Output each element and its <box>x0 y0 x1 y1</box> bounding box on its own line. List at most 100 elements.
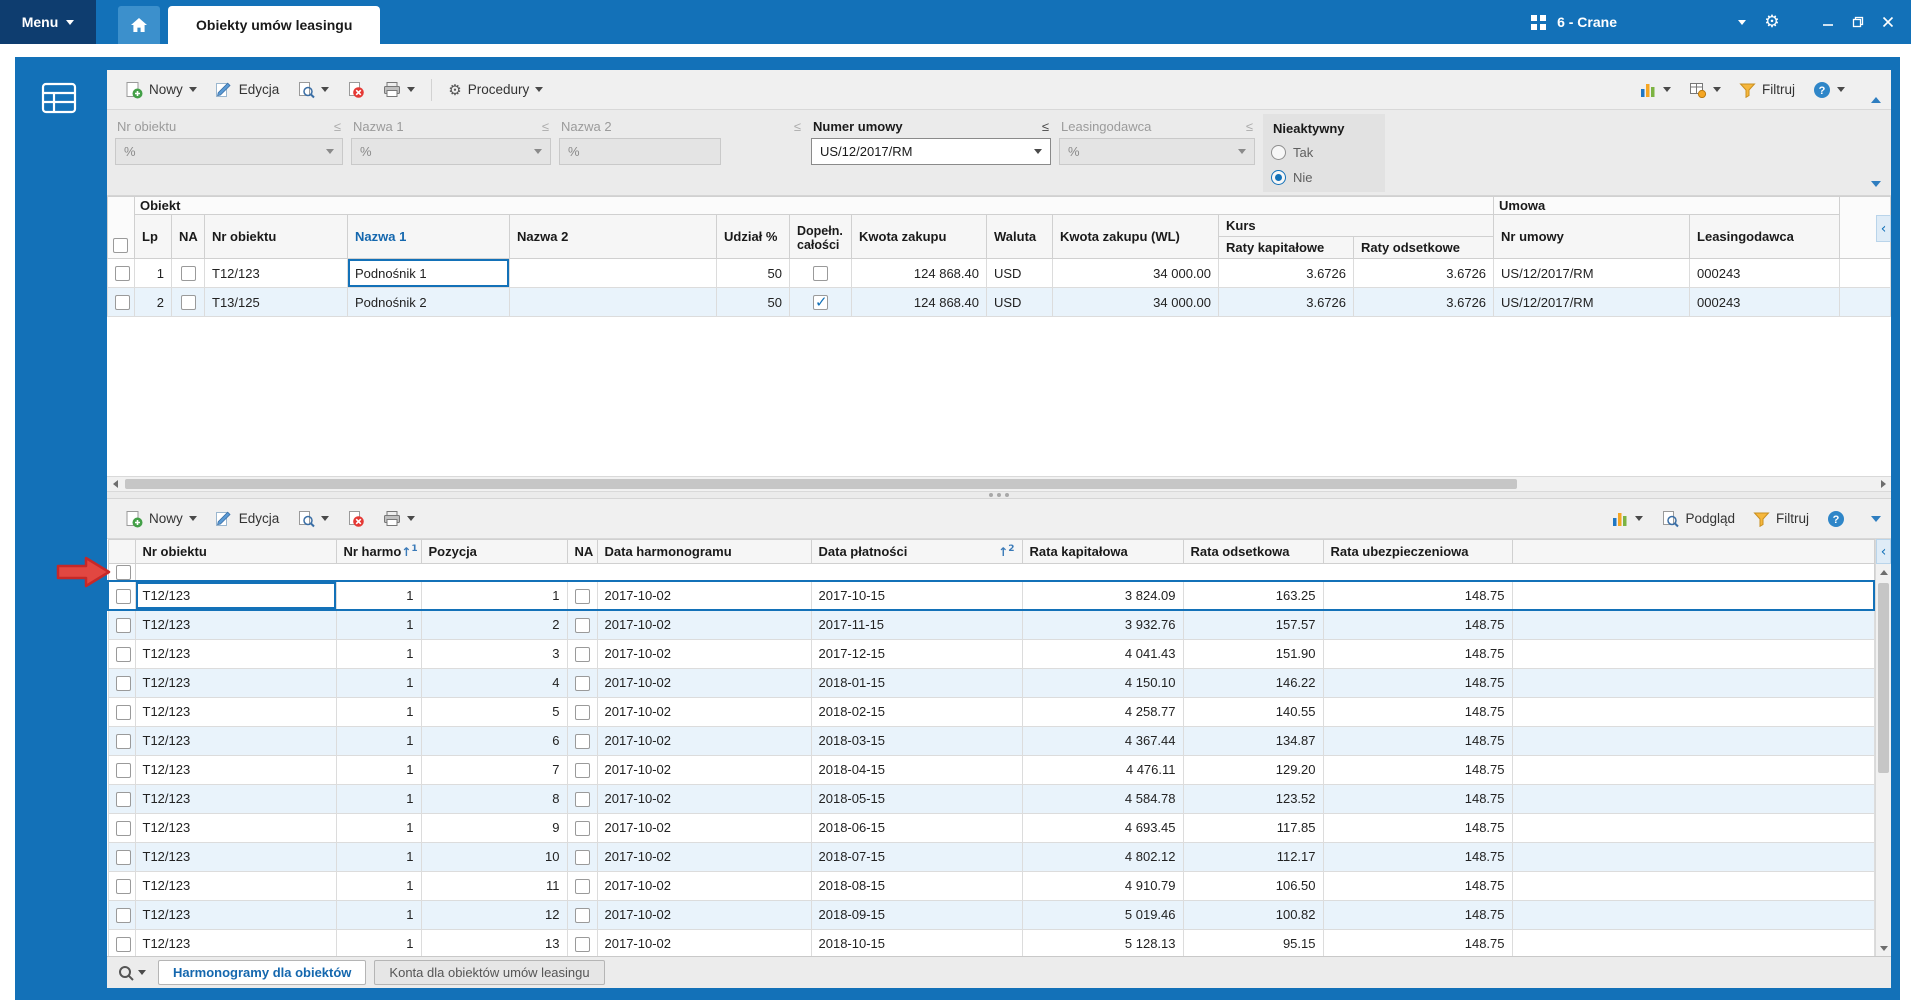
cell-nr-obiektu[interactable]: T12/123 <box>134 783 337 814</box>
cell-nr-obiektu[interactable]: T12/123 <box>134 725 337 756</box>
panel-splitter[interactable] <box>107 492 1891 499</box>
schedule-row[interactable]: T12/123 1 9 2017-10-02 2018-06-15 4 693.… <box>107 812 1875 843</box>
cell-pozycja[interactable]: 11 <box>420 870 568 901</box>
schedule-row[interactable]: T12/123 1 4 2017-10-02 2018-01-15 4 150.… <box>107 667 1875 698</box>
schedule-row[interactable]: T12/123 1 7 2017-10-02 2018-04-15 4 476.… <box>107 754 1875 785</box>
col-na[interactable]: NA <box>171 214 205 259</box>
cell-pozycja[interactable]: 6 <box>420 725 568 756</box>
workspace-selector[interactable]: 6 - Crane <box>1530 14 1617 31</box>
schedule-row[interactable]: T12/123 1 12 2017-10-02 2018-09-15 5 019… <box>107 899 1875 930</box>
object-row[interactable]: 1 T12/123 Podnośnik 1 50 124 868.40 USD … <box>107 258 1891 288</box>
na-checkbox[interactable] <box>574 936 590 952</box>
object-row[interactable]: 2 T13/125 Podnośnik 2 50 124 868.40 USD … <box>107 287 1891 317</box>
cell-rata-odsetkowa[interactable]: 95.15 <box>1182 928 1324 956</box>
row-select-cell[interactable] <box>107 667 136 698</box>
cell-data-platnosci[interactable]: 2018-03-15 <box>810 725 1023 756</box>
cell-rata-ubezpieczeniowa[interactable]: 148.75 <box>1322 870 1513 901</box>
cell-rata-ubezpieczeniowa[interactable]: 148.75 <box>1322 667 1513 698</box>
na-checkbox[interactable] <box>574 762 590 778</box>
tab-harmonogramy-dla-obiektow[interactable]: Harmonogramy dla obiektów <box>158 960 367 985</box>
row-select-cell[interactable] <box>107 696 136 727</box>
cell-na[interactable] <box>171 287 205 317</box>
cell-data-platnosci[interactable]: 2018-04-15 <box>810 754 1023 785</box>
filter-op-button[interactable]: ≤ <box>1246 119 1253 134</box>
cell-kwota-zakupu[interactable]: 124 868.40 <box>851 258 987 288</box>
cell-rata-odsetkowa[interactable]: 100.82 <box>1182 899 1324 930</box>
cell-pozycja[interactable]: 8 <box>420 783 568 814</box>
cell-pozycja[interactable]: 12 <box>420 899 568 930</box>
cell-nr-harmonogramu[interactable]: 1 <box>335 928 422 956</box>
open-preview-button[interactable] <box>289 505 337 533</box>
cell-rata-odsetkowa[interactable]: 163.25 <box>1182 580 1324 612</box>
select-all-checkbox[interactable] <box>115 565 131 581</box>
schedule-row[interactable]: T12/123 1 5 2017-10-02 2018-02-15 4 258.… <box>107 696 1875 727</box>
scrollbar-thumb[interactable] <box>125 479 1517 489</box>
help-button[interactable]: ? <box>1805 76 1853 104</box>
cell-nr-harmonogramu[interactable]: 1 <box>335 667 422 698</box>
cell-data-harmonogramu[interactable]: 2017-10-02 <box>596 696 812 727</box>
cell-nr-harmonogramu[interactable]: 1 <box>335 609 422 640</box>
cell-data-harmonogramu[interactable]: 2017-10-02 <box>596 667 812 698</box>
cell-nazwa2[interactable] <box>509 258 717 288</box>
schedule-row[interactable]: T12/123 1 3 2017-10-02 2017-12-15 4 041.… <box>107 638 1875 669</box>
help-button[interactable]: ? <box>1819 505 1853 533</box>
cell-leasingodawca[interactable]: 000243 <box>1689 287 1841 317</box>
preview-button[interactable]: Podgląd <box>1653 505 1743 533</box>
print-button[interactable] <box>375 505 423 532</box>
settings-button[interactable]: ⚙ <box>1757 7 1787 37</box>
cell-rata-kapitalowa[interactable]: 3 932.76 <box>1021 609 1184 640</box>
tab-konta-dla-obiektow[interactable]: Konta dla obiektów umów leasingu <box>374 960 605 985</box>
filter-input-nazwa2[interactable] <box>559 138 721 165</box>
cell-nr-obiektu[interactable]: T12/123 <box>204 258 348 288</box>
na-checkbox[interactable] <box>180 295 196 311</box>
filter-button[interactable]: Filtruj <box>1745 506 1817 532</box>
cell-nr-harmonogramu[interactable]: 1 <box>335 841 422 872</box>
filter-button[interactable]: Filtruj <box>1731 77 1803 103</box>
filter-op-button[interactable]: ≤ <box>542 119 549 134</box>
col-pozycja[interactable]: Pozycja <box>420 539 568 564</box>
col-udzial[interactable]: Udział % <box>716 214 790 259</box>
cell-rata-kapitalowa[interactable]: 4 584.78 <box>1021 783 1184 814</box>
cell-na[interactable] <box>566 841 598 872</box>
cell-rata-ubezpieczeniowa[interactable]: 148.75 <box>1322 783 1513 814</box>
delete-button[interactable] <box>339 505 373 533</box>
cell-nr-obiektu[interactable]: T12/123 <box>134 841 337 872</box>
cell-waluta[interactable]: USD <box>986 287 1053 317</box>
cell-pozycja[interactable]: 2 <box>420 609 568 640</box>
cell-rata-kapitalowa[interactable]: 3 824.09 <box>1021 580 1184 612</box>
row-checkbox[interactable] <box>115 617 131 633</box>
cell-nazwa1[interactable]: Podnośnik 1 <box>347 258 510 288</box>
cell-data-harmonogramu[interactable]: 2017-10-02 <box>596 870 812 901</box>
cell-raty-kapitalowe[interactable]: 3.6726 <box>1218 258 1354 288</box>
cell-rata-odsetkowa[interactable]: 106.50 <box>1182 870 1324 901</box>
row-select-cell[interactable] <box>107 870 136 901</box>
row-select-cell[interactable] <box>107 287 135 317</box>
chart-button[interactable] <box>1631 76 1679 103</box>
tab-obiekty-umow-leasingu[interactable]: Obiekty umów leasingu <box>168 6 381 44</box>
cell-raty-odsetkowe[interactable]: 3.6726 <box>1352 287 1495 317</box>
cell-pozycja[interactable]: 3 <box>420 638 568 669</box>
scroll-left-arrow[interactable] <box>107 477 123 491</box>
cell-rata-ubezpieczeniowa[interactable]: 148.75 <box>1322 928 1513 956</box>
cell-lp[interactable]: 1 <box>134 258 172 288</box>
delete-button[interactable] <box>339 76 373 104</box>
row-checkbox[interactable] <box>116 588 131 604</box>
radio-tak[interactable]: Tak <box>1271 140 1377 165</box>
cell-rata-ubezpieczeniowa[interactable]: 148.75 <box>1322 609 1513 640</box>
filter-op-button[interactable]: ≤ <box>1042 119 1049 134</box>
cell-data-platnosci[interactable]: 2017-12-15 <box>810 638 1023 669</box>
row-select-cell[interactable] <box>107 638 136 669</box>
cell-rata-odsetkowa[interactable]: 129.20 <box>1182 754 1324 785</box>
row-select-cell[interactable] <box>107 812 136 843</box>
schedule-row[interactable]: T12/123 1 1 2017-10-02 2017-10-15 3 824.… <box>107 580 1875 612</box>
row-checkbox[interactable] <box>115 791 131 807</box>
cell-kwota-zakupu-wl[interactable]: 34 000.00 <box>1052 287 1219 317</box>
col-waluta[interactable]: Waluta <box>986 214 1053 259</box>
na-checkbox[interactable] <box>574 820 590 836</box>
cell-na[interactable] <box>566 928 598 956</box>
cell-rata-ubezpieczeniowa[interactable]: 148.75 <box>1322 899 1513 930</box>
home-tab[interactable] <box>118 6 160 44</box>
vertical-scrollbar[interactable]: ‹ <box>1875 539 1891 956</box>
cell-rata-odsetkowa[interactable]: 146.22 <box>1182 667 1324 698</box>
scroll-up-arrow[interactable] <box>1876 564 1891 580</box>
